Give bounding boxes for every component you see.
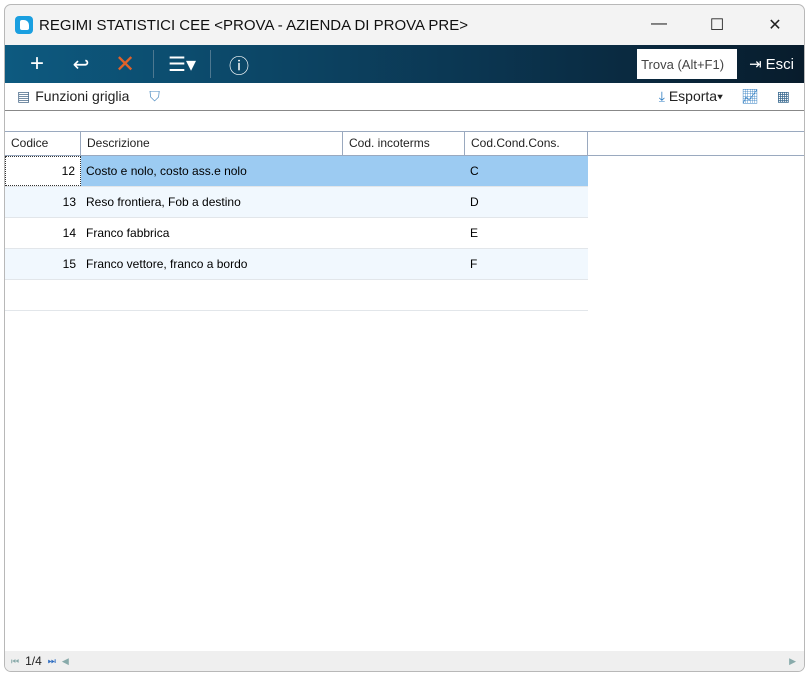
scroll-right-icon[interactable]: ▶ (789, 656, 796, 667)
grid-view-icon[interactable]: ▦ (777, 88, 790, 105)
exit-icon: ⇥ (749, 56, 762, 73)
cell-descrizione[interactable]: Reso frontiera, Fob a destino (81, 195, 343, 209)
download-icon: ⤓ (658, 88, 665, 104)
minimize-button[interactable]: — (630, 15, 688, 35)
scroll-left-icon[interactable]: ◀ (62, 656, 69, 667)
add-icon[interactable]: + (15, 45, 59, 83)
column-header[interactable]: Cod.Cond.Cons. (465, 132, 588, 155)
window-title: REGIMI STATISTICI CEE <PROVA - AZIENDA D… (39, 16, 468, 34)
column-header[interactable]: Cod. incoterms (343, 132, 465, 155)
filter-icon[interactable]: ⛉ (149, 88, 160, 105)
grid-header: Codice Descrizione Cod. incoterms Cod.Co… (5, 132, 804, 156)
delete-icon[interactable]: ✕ (103, 45, 147, 83)
new-row[interactable] (5, 280, 588, 311)
cell-incoterms[interactable] (343, 156, 465, 186)
cell-codice[interactable]: 15 (5, 257, 81, 271)
cell-cond-cons[interactable]: D (465, 195, 588, 209)
separator (210, 50, 211, 78)
export-label: Esporta (668, 88, 718, 104)
column-header[interactable]: Codice (5, 132, 81, 155)
grid-toolbar: ▤ Funzioni griglia ⛉ ⤓ Esporta▾ 📈︎ ▦ (5, 83, 804, 111)
export-button[interactable]: ⤓ Esporta▾ (659, 88, 723, 105)
main-toolbar: + ↩ ✕ ☰▾ ⓘ Trova (Alt+F1) ⇥ Esci (5, 45, 804, 83)
maximize-button[interactable]: ☐ (688, 15, 746, 35)
separator (153, 50, 154, 78)
table-row[interactable]: 12 Costo e nolo, costo ass.e nolo C (5, 156, 588, 187)
cell-cond-cons[interactable]: E (465, 226, 588, 240)
column-header[interactable]: Descrizione (81, 132, 343, 155)
chart-icon[interactable]: 📈︎ (741, 88, 759, 105)
window: REGIMI STATISTICI CEE <PROVA - AZIENDA D… (4, 4, 805, 672)
table-row[interactable]: 13 Reso frontiera, Fob a destino D (5, 187, 588, 218)
grid-functions-label: Funzioni griglia (35, 88, 130, 104)
cell-cond-cons[interactable]: C (465, 156, 588, 186)
cell-codice[interactable]: 14 (5, 226, 81, 240)
table-row[interactable]: 14 Franco fabbrica E (5, 218, 588, 249)
exit-button[interactable]: ⇥ Esci (737, 55, 804, 74)
data-grid: Codice Descrizione Cod. incoterms Cod.Co… (5, 131, 804, 651)
help-icon[interactable]: ⓘ (217, 45, 261, 83)
cell-descrizione[interactable]: Franco fabbrica (81, 226, 343, 240)
table-row[interactable]: 15 Franco vettore, franco a bordo F (5, 249, 588, 280)
page-indicator: 1/4 (25, 654, 42, 668)
first-page-icon[interactable]: ⏮ (11, 656, 19, 667)
last-page-icon[interactable]: ⏭ (48, 656, 56, 667)
cell-descrizione[interactable]: Costo e nolo, costo ass.e nolo (81, 156, 343, 186)
menu-icon[interactable]: ☰▾ (160, 45, 204, 83)
close-button[interactable]: ✕ (746, 15, 804, 35)
cell-cond-cons[interactable]: F (465, 257, 588, 271)
exit-label: Esci (765, 55, 794, 73)
grid-footer: ⏮ 1/4 ⏭ ◀ ▶ (5, 651, 804, 671)
grid-functions-button[interactable]: ▤ Funzioni griglia (17, 88, 129, 105)
cell-codice[interactable]: 13 (5, 195, 81, 209)
find-input[interactable]: Trova (Alt+F1) (637, 49, 738, 79)
list-icon: ▤ (17, 88, 31, 104)
app-icon (15, 16, 33, 34)
undo-icon[interactable]: ↩ (59, 45, 103, 83)
cell-descrizione[interactable]: Franco vettore, franco a bordo (81, 257, 343, 271)
title-bar: REGIMI STATISTICI CEE <PROVA - AZIENDA D… (5, 5, 804, 45)
cell-codice[interactable]: 12 (5, 156, 81, 186)
